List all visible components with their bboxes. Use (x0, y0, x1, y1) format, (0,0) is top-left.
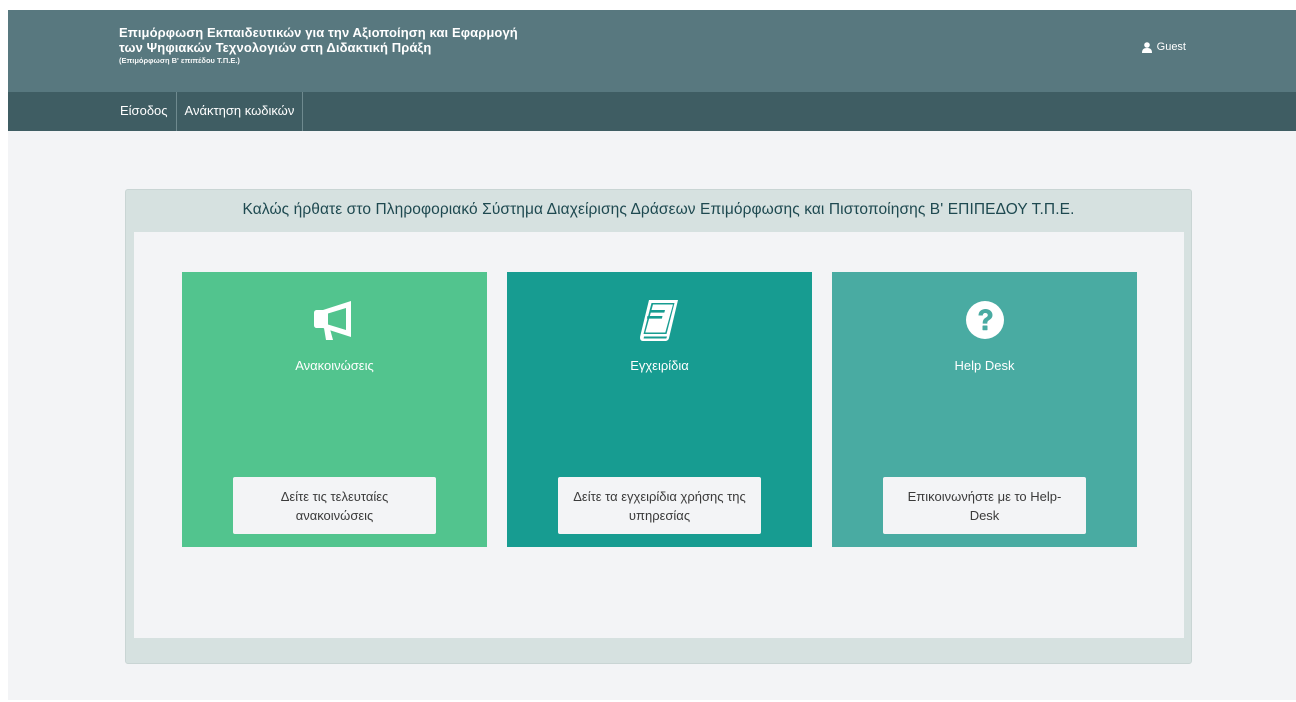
site-subtitle: (Επιμόρφωση Β' επιπέδου Τ.Π.Ε.) (119, 56, 240, 65)
user-label: Guest (1156, 41, 1186, 53)
view-announcements-button[interactable]: Δείτε τις τελευταίες ανακοινώσεις (233, 477, 436, 534)
panel-heading: Καλώς ήρθατε στο Πληροφοριακό Σύστημα Δι… (242, 201, 1075, 218)
navbar: Είσοδος Ανάκτηση κωδικών (8, 92, 1296, 131)
contact-helpdesk-button[interactable]: Επικοινωνήστε με το Help-Desk (883, 477, 1086, 534)
site-title-line-1: Επιμόρφωση Εκπαιδευτικών για την Αξιοποί… (119, 25, 518, 40)
nav-password-recovery[interactable]: Ανάκτηση κωδικών (177, 92, 304, 131)
card-title: Ανακοινώσεις (295, 358, 374, 373)
header: Επιμόρφωση Εκπαιδευτικών για την Αξιοποί… (8, 10, 1296, 92)
question-circle-icon (832, 298, 1137, 342)
card-title: Εγχειρίδια (630, 358, 689, 373)
welcome-panel: Καλώς ήρθατε στο Πληροφοριακό Σύστημα Δι… (125, 189, 1192, 664)
site-title[interactable]: Επιμόρφωση Εκπαιδευτικών για την Αξιοποί… (119, 25, 518, 66)
user-menu[interactable]: Guest (1141, 41, 1186, 53)
card-announcements: Ανακοινώσεις Δείτε τις τελευταίες ανακοι… (182, 272, 487, 547)
site-title-line-2: των Ψηφιακών Τεχνολογιών στη Διδακτική Π… (119, 40, 432, 55)
card-helpdesk: Help Desk Επικοινωνήστε με το Help-Desk (832, 272, 1137, 547)
page: Επιμόρφωση Εκπαιδευτικών για την Αξιοποί… (8, 10, 1296, 700)
user-icon (1141, 41, 1152, 53)
view-manuals-button[interactable]: Δείτε τα εγχειρίδια χρήσης της υπηρεσίας (558, 477, 761, 534)
megaphone-icon (182, 298, 487, 342)
card-title: Help Desk (954, 358, 1015, 373)
panel-body: Ανακοινώσεις Δείτε τις τελευταίες ανακοι… (134, 232, 1184, 638)
book-icon (507, 298, 812, 342)
nav-login[interactable]: Είσοδος (112, 92, 177, 131)
card-manuals: Εγχειρίδια Δείτε τα εγχειρίδια χρήσης τη… (507, 272, 812, 547)
